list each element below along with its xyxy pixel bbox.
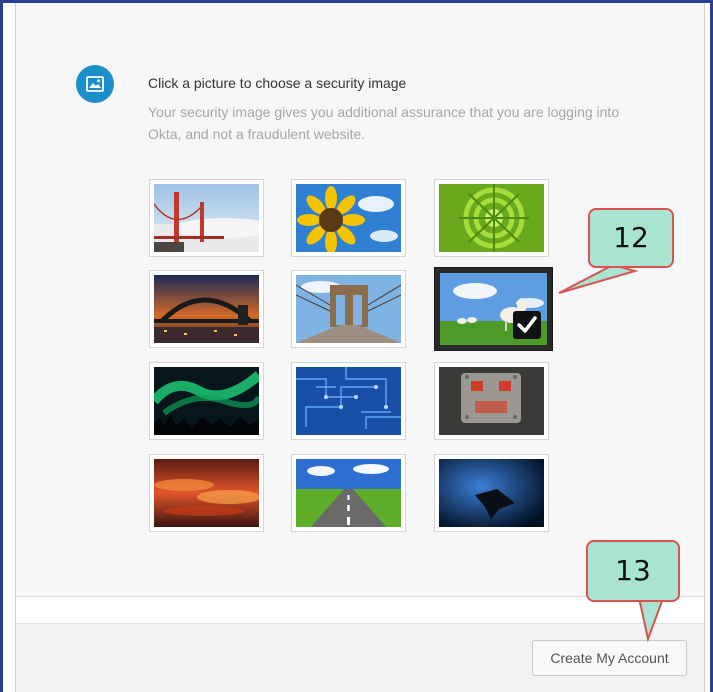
callout-13: 13 — [586, 540, 680, 602]
callout-12: 12 — [588, 208, 674, 268]
window-frame: Click a picture to choose a security ima… — [0, 0, 713, 692]
